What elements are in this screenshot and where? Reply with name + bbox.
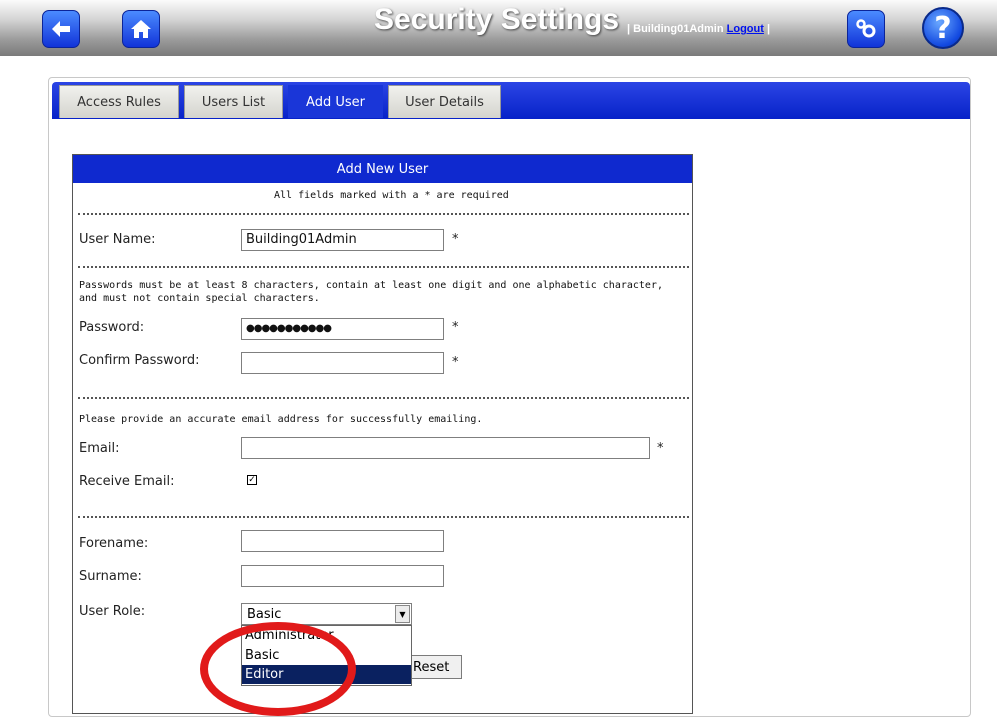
separator	[78, 266, 689, 268]
back-arrow-icon	[52, 21, 70, 37]
separator	[78, 213, 689, 215]
confirm-password-input[interactable]	[241, 352, 444, 374]
surname-input[interactable]	[241, 565, 444, 587]
user-info-separator: |	[763, 23, 771, 35]
receive-email-checkbox[interactable]: ✓	[247, 475, 257, 485]
annotation-circle	[200, 622, 356, 716]
email-input[interactable]	[241, 437, 650, 459]
separator	[78, 397, 689, 399]
help-button[interactable]: ?	[922, 7, 964, 49]
settings-button[interactable]	[847, 10, 885, 48]
reset-button[interactable]: Reset	[410, 655, 462, 679]
required-note: All fields marked with a * are required	[274, 190, 509, 201]
email-label: Email:	[79, 441, 120, 456]
username-label: User Name:	[79, 232, 156, 247]
username-input[interactable]: Building01Admin	[241, 229, 444, 251]
required-mark: *	[452, 355, 459, 370]
required-mark: *	[452, 320, 459, 335]
form-title: Add New User	[73, 155, 692, 183]
tab-users-list[interactable]: Users List	[184, 85, 283, 118]
surname-label: Surname:	[79, 569, 142, 584]
logout-link[interactable]: Logout	[727, 23, 764, 35]
home-button[interactable]	[122, 10, 160, 48]
forename-label: Forename:	[79, 536, 149, 551]
password-input[interactable]: ●●●●●●●●●●●	[241, 318, 444, 340]
confirm-password-label: Confirm Password:	[79, 353, 200, 368]
forename-input[interactable]	[241, 530, 444, 552]
tab-user-details[interactable]: User Details	[388, 85, 501, 118]
home-icon	[131, 20, 151, 38]
user-info: | Building01Admin Logout |	[627, 23, 770, 35]
tab-access-rules[interactable]: Access Rules	[59, 85, 179, 118]
gears-icon	[856, 19, 876, 38]
back-button[interactable]	[42, 10, 80, 48]
password-note: Passwords must be at least 8 characters,…	[79, 280, 663, 304]
receive-email-label: Receive Email:	[79, 474, 175, 489]
page-title: Security Settings	[374, 3, 620, 36]
password-label: Password:	[79, 320, 145, 335]
chevron-down-icon[interactable]: ▼	[395, 605, 410, 623]
required-mark: *	[657, 441, 664, 456]
user-name-label: | Building01Admin	[627, 23, 727, 35]
user-role-label: User Role:	[79, 604, 146, 619]
required-mark: *	[452, 232, 459, 247]
tab-add-user[interactable]: Add User	[288, 85, 383, 118]
separator	[78, 516, 689, 518]
email-note: Please provide an accurate email address…	[79, 414, 483, 425]
